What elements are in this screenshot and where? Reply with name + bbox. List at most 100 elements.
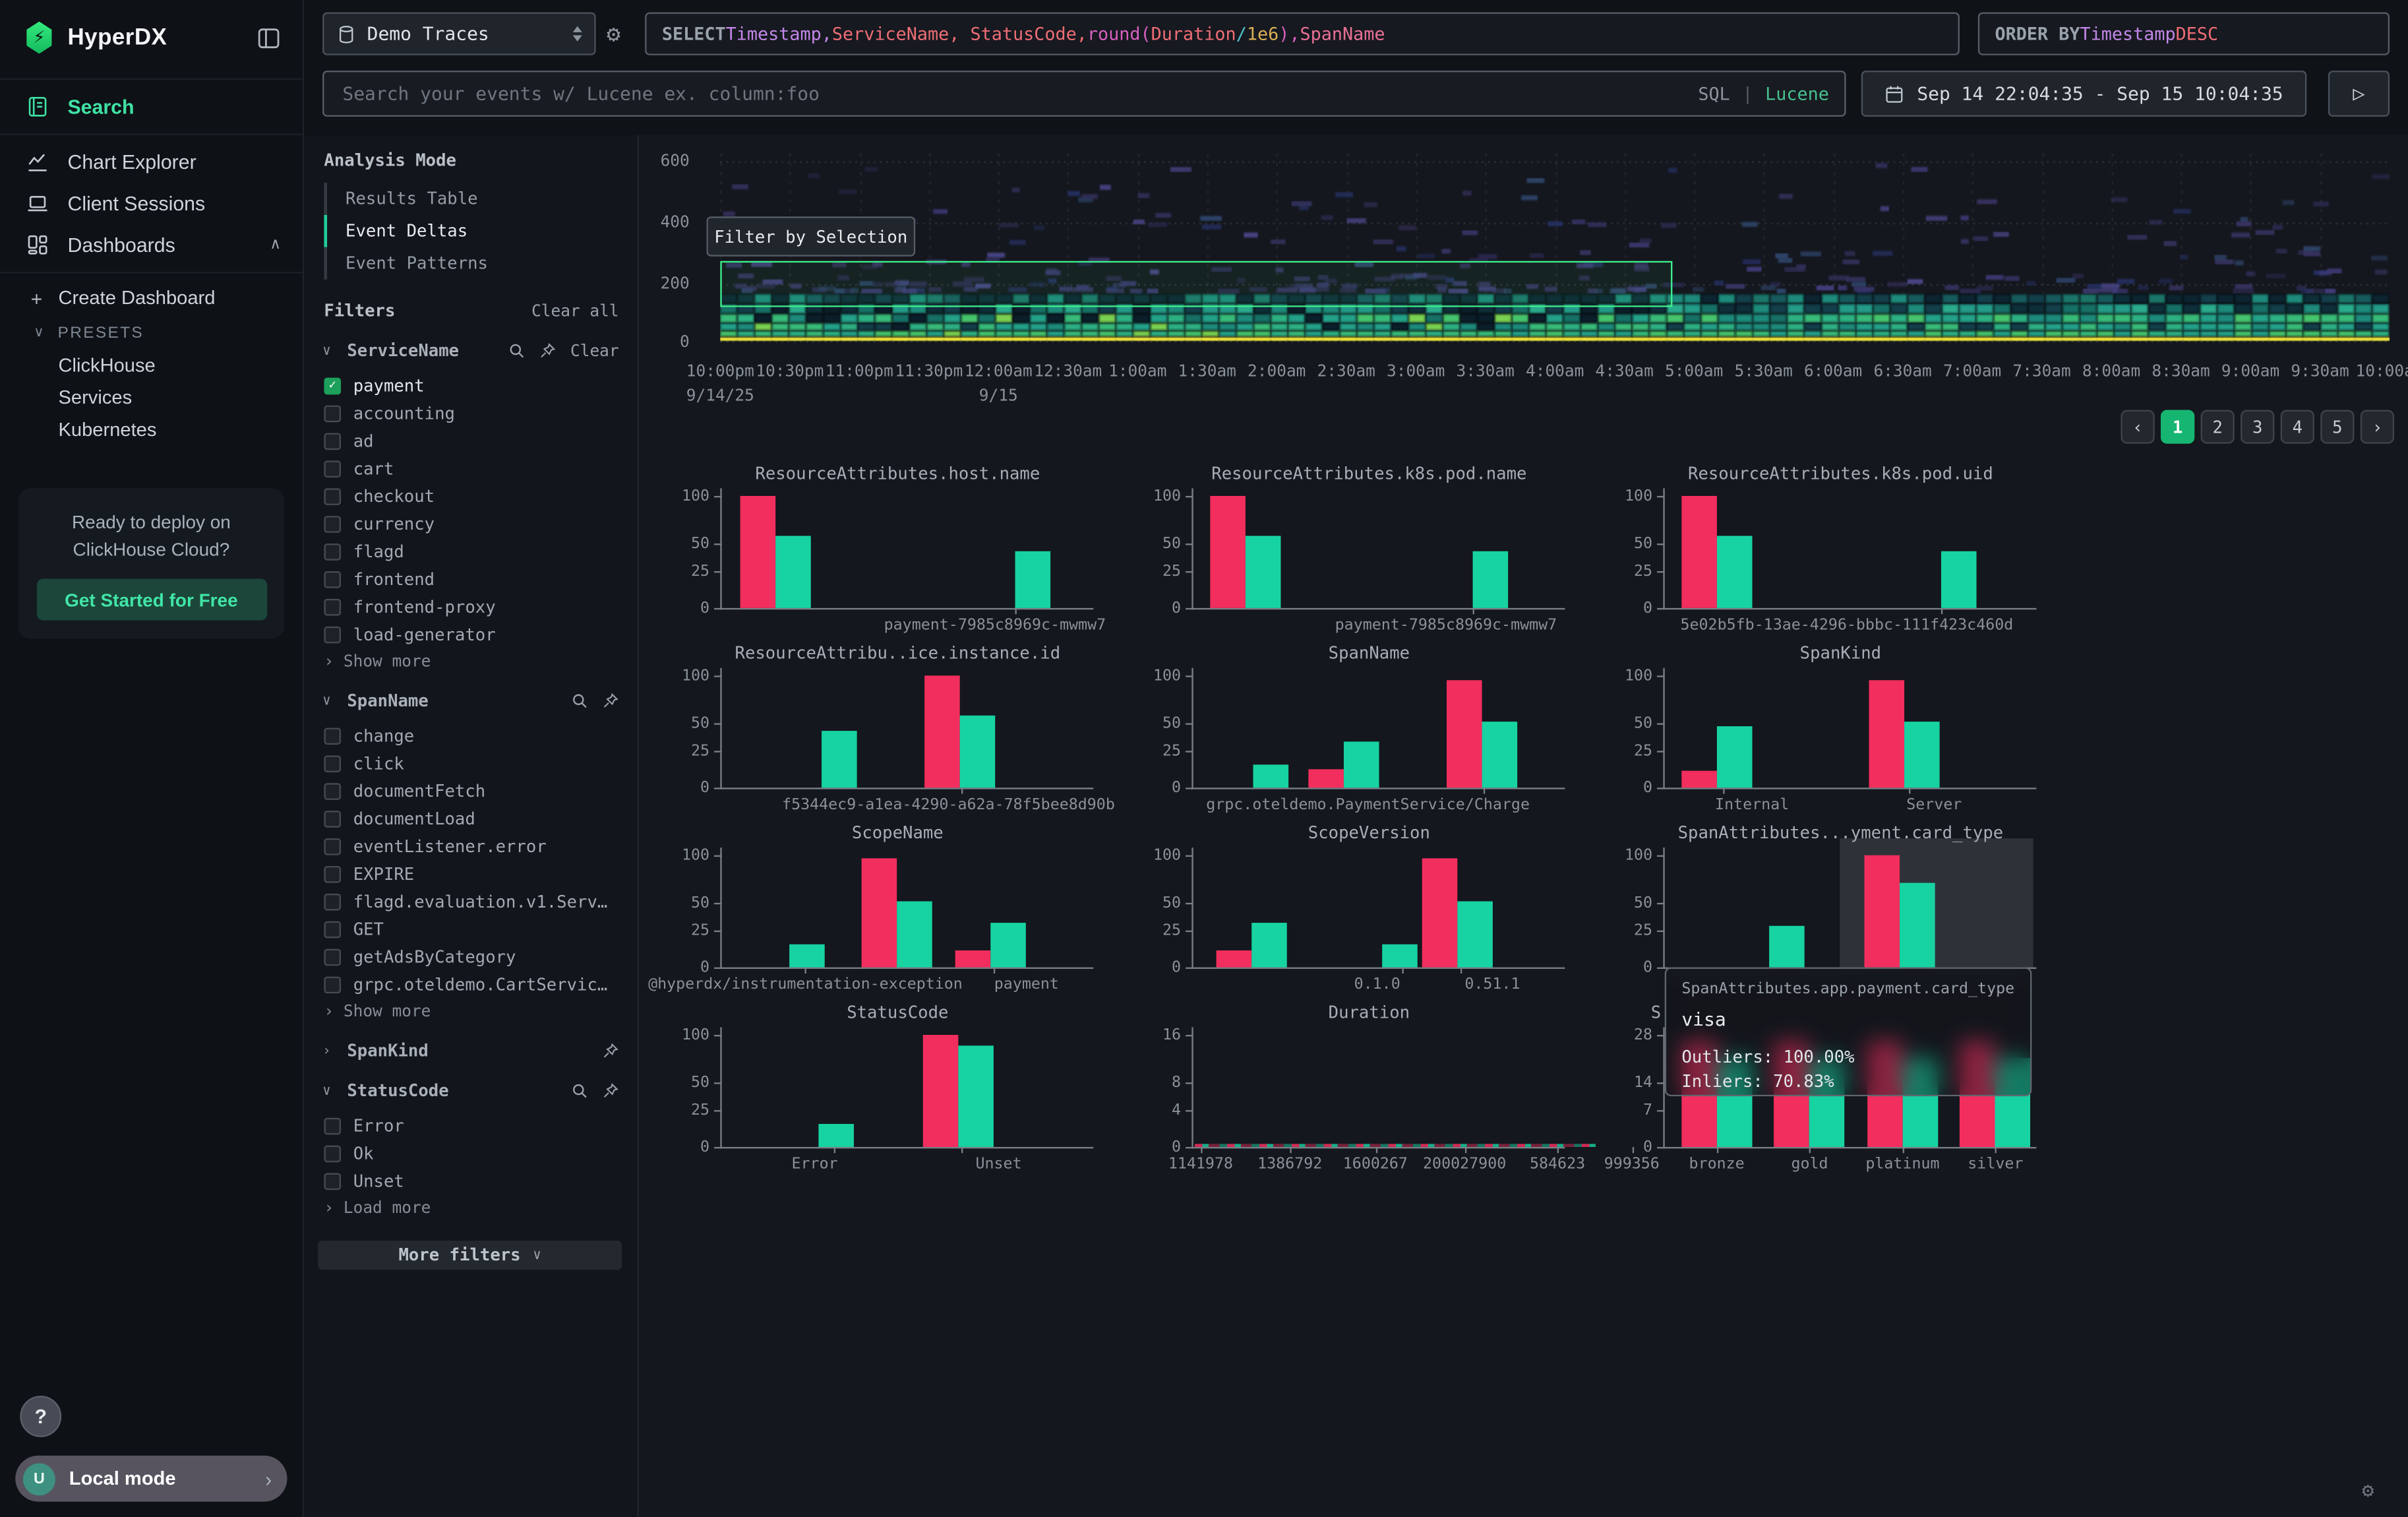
sidebar-item-chart-explorer[interactable]: Chart Explorer — [0, 141, 303, 183]
pagination-next-button[interactable]: › — [2361, 410, 2394, 444]
inliers-bar[interactable] — [1904, 722, 1940, 788]
inliers-bar[interactable] — [1942, 551, 1977, 607]
inliers-bar[interactable] — [1015, 551, 1051, 607]
inliers-bar[interactable] — [822, 731, 858, 788]
chart-plot[interactable]: 10050250payment-7985c8969c-mwmw7 — [1191, 488, 1565, 609]
outliers-bar[interactable] — [740, 496, 776, 608]
pagination-page-2[interactable]: 2 — [2201, 410, 2235, 444]
inliers-bar[interactable] — [1900, 882, 1935, 967]
inliers-bar[interactable] — [1717, 726, 1753, 788]
filter-option-cart[interactable]: cart — [318, 454, 622, 482]
presets-toggle[interactable]: ∨ PRESETS — [59, 317, 303, 349]
pin-icon[interactable] — [602, 693, 619, 710]
checkbox[interactable] — [324, 487, 341, 505]
inliers-bar[interactable] — [958, 1046, 994, 1147]
sidebar-item-preset-clickhouse[interactable]: ClickHouse — [59, 348, 303, 381]
checkbox[interactable] — [324, 810, 341, 827]
outliers-bar[interactable] — [1681, 496, 1717, 608]
pin-icon[interactable] — [539, 342, 557, 359]
checkbox[interactable] — [324, 921, 341, 938]
sidebar-item-client-sessions[interactable]: Client Sessions — [0, 183, 303, 224]
filter-option-ok[interactable]: Ok — [318, 1139, 622, 1167]
chart-plot[interactable]: 10050250f5344ec9-a1ea-4290-a62a-78f5bee8… — [720, 668, 1093, 789]
filter-option-flagd-evaluation-v1-serv-[interactable]: flagd.evaluation.v1.Serv… — [318, 888, 622, 915]
checkbox[interactable] — [324, 727, 341, 744]
sidebar-item-dashboards[interactable]: Dashboards∧ — [0, 224, 303, 266]
checkbox[interactable] — [324, 598, 341, 615]
filter-option-expire[interactable]: EXPIRE — [318, 860, 622, 888]
pagination-page-1[interactable]: 1 — [2161, 410, 2194, 444]
chart-plot[interactable]: 1684011419781386792160026720002790058462… — [1191, 1027, 1565, 1148]
search-input[interactable] — [340, 81, 1686, 106]
outliers-bar[interactable] — [1869, 680, 1905, 788]
filter-option-ad[interactable]: ad — [318, 427, 622, 454]
checkbox[interactable] — [324, 948, 341, 966]
inliers-bar[interactable] — [1246, 537, 1281, 608]
filter-group-header[interactable]: ›SpanKind — [318, 1041, 622, 1061]
pin-icon[interactable] — [602, 1043, 619, 1060]
filter-option-documentload[interactable]: documentLoad — [318, 805, 622, 832]
checkbox[interactable] — [324, 571, 341, 588]
filter-option-payment[interactable]: ✓payment — [318, 371, 622, 399]
filter-option-frontend[interactable]: frontend — [318, 565, 622, 593]
outliers-bar[interactable] — [956, 951, 992, 968]
pin-icon[interactable] — [602, 1082, 619, 1099]
inliers-bar[interactable] — [1472, 551, 1507, 607]
inliers-bar[interactable] — [789, 944, 824, 967]
checkbox[interactable] — [324, 975, 341, 993]
sidebar-item-preset-services[interactable]: Services — [59, 381, 303, 413]
show-more-link[interactable]: › Show more — [318, 1003, 622, 1021]
inliers-bar[interactable] — [1251, 922, 1286, 967]
filter-group-header[interactable]: ∨StatusCode — [318, 1081, 622, 1101]
run-query-button[interactable]: ▷ — [2328, 71, 2390, 117]
inliers-bar[interactable] — [897, 901, 932, 968]
checkbox[interactable] — [324, 893, 341, 910]
checkbox[interactable] — [324, 1144, 341, 1161]
mode-lucene-toggle[interactable]: Lucene — [1765, 83, 1829, 105]
chart-plot[interactable]: 100502505e02b5fb-13ae-4296-bbbc-111f423c… — [1663, 488, 2036, 609]
sql-orderby-input[interactable]: ORDER BY Timestamp DESC — [1978, 13, 2390, 55]
checkbox[interactable] — [324, 1172, 341, 1189]
inliers-bar[interactable] — [775, 537, 811, 608]
filter-option-frontend-proxy[interactable]: frontend-proxy — [318, 593, 622, 621]
chart-plot[interactable]: 10050250InternalServer — [1663, 668, 2036, 789]
source-select[interactable]: Demo Traces — [322, 13, 596, 55]
checkbox[interactable] — [324, 865, 341, 882]
more-filters-button[interactable]: More filters∨ — [318, 1241, 622, 1270]
inliers-bar[interactable] — [991, 922, 1027, 967]
filter-option-getadsbycategory[interactable]: getAdsByCategory — [318, 943, 622, 970]
inliers-bar[interactable] — [1457, 901, 1493, 968]
checkbox[interactable] — [324, 515, 341, 532]
chart-plot[interactable]: 10050250payment-7985c8969c-mwmw7 — [720, 488, 1093, 609]
outliers-bar[interactable] — [1446, 680, 1482, 788]
outliers-bar[interactable] — [1422, 858, 1457, 968]
search-icon[interactable] — [571, 1082, 588, 1099]
outliers-bar[interactable] — [1681, 771, 1717, 788]
chart-plot[interactable]: 100502500.1.00.51.1 — [1191, 848, 1565, 969]
chart-plot[interactable]: 10050250@hyperdx/instrumentation-excepti… — [720, 848, 1093, 969]
inliers-bar[interactable] — [818, 1124, 854, 1147]
inliers-bar[interactable] — [1253, 764, 1288, 788]
inliers-bar[interactable] — [1482, 722, 1517, 788]
filter-option-change[interactable]: change — [318, 722, 622, 749]
pagination-page-3[interactable]: 3 — [2241, 410, 2274, 444]
outliers-bar[interactable] — [924, 675, 960, 788]
local-mode-menu[interactable]: U Local mode › — [15, 1456, 287, 1502]
outliers-bar[interactable] — [1864, 855, 1900, 968]
filter-group-header[interactable]: ∨SpanName — [318, 691, 622, 711]
filter-option-grpc-oteldemo-cartservic-[interactable]: grpc.oteldemo.CartServic… — [318, 970, 622, 998]
filter-option-load-generator[interactable]: load-generator — [318, 620, 622, 648]
sidebar-item-search[interactable]: Search — [0, 86, 303, 127]
filter-option-currency[interactable]: currency — [318, 510, 622, 538]
chart-plot[interactable]: 10050250ErrorUnset — [720, 1027, 1093, 1148]
sidebar-collapse-icon[interactable] — [256, 25, 281, 49]
analysis-mode-option-results-table[interactable]: Results Table — [324, 183, 622, 215]
filter-option-eventlistener-error[interactable]: eventListener.error — [318, 832, 622, 860]
filter-option-flagd[interactable]: flagd — [318, 538, 622, 565]
checkbox[interactable] — [324, 1117, 341, 1134]
settings-gear-icon[interactable]: ⚙ — [2362, 1480, 2374, 1503]
outliers-bar[interactable] — [1210, 496, 1246, 608]
checkbox[interactable] — [324, 626, 341, 643]
outliers-bar[interactable] — [1308, 770, 1344, 788]
filter-option-error[interactable]: Error — [318, 1111, 622, 1139]
